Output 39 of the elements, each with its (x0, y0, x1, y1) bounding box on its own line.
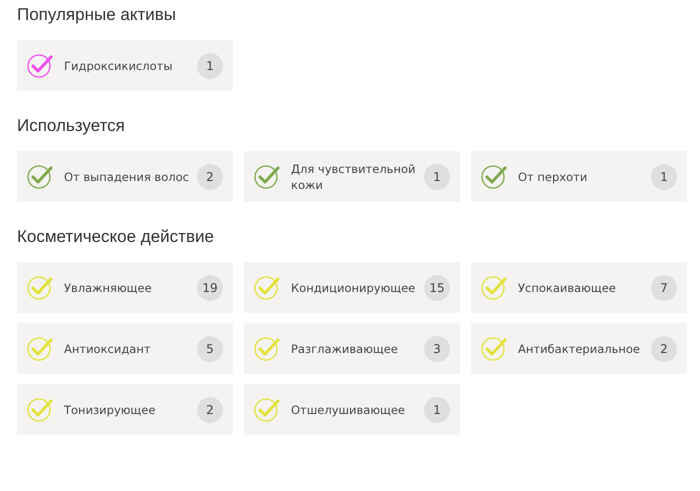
tag-card[interactable]: От перхоти 1 (471, 151, 687, 202)
count-badge: 1 (424, 164, 450, 190)
count-badge: 2 (197, 164, 223, 190)
tag-label: Гидроксикислоты (64, 58, 174, 74)
tag-card[interactable]: Антибактериальное 2 (471, 323, 687, 374)
count-badge: 7 (651, 274, 677, 300)
tag-card[interactable]: Кондиционирующее 15 (244, 262, 460, 313)
tag-card[interactable]: Успокаивающее 7 (471, 262, 687, 313)
tag-label: Увлажняющее (64, 280, 153, 296)
count-badge: 2 (197, 396, 223, 422)
count-badge: 3 (424, 336, 450, 362)
tag-label: Успокаивающее (518, 280, 617, 296)
count-badge: 1 (197, 52, 223, 78)
tag-card[interactable]: Разглаживающее 3 (244, 323, 460, 374)
section-heading: Популярные активы (17, 4, 177, 26)
count-badge: 1 (424, 396, 450, 422)
tag-label: Отшелушивающее (291, 402, 406, 418)
tag-label: Разглаживающее (291, 340, 399, 356)
count-badge: 19 (197, 274, 223, 300)
section-heading: Используется (17, 115, 126, 137)
tag-label: От перхоти (518, 168, 588, 184)
tag-label: Для чувствительной кожи (291, 160, 416, 192)
tag-label: Антиоксидант (64, 340, 152, 356)
count-badge: 5 (197, 336, 223, 362)
tag-label: Антибактериальное (518, 340, 641, 356)
tag-card[interactable]: Антиоксидант 5 (17, 323, 233, 374)
count-badge: 2 (651, 336, 677, 362)
tag-label: От выпадения волос (64, 168, 190, 184)
tag-card[interactable]: Для чувствительной кожи 1 (244, 151, 460, 202)
tag-card[interactable]: От выпадения волос 2 (17, 151, 233, 202)
count-badge: 15 (424, 274, 450, 300)
tag-card[interactable]: Гидроксикислоты 1 (17, 40, 233, 91)
tag-card[interactable]: Тонизирующее 2 (17, 384, 233, 435)
tag-card[interactable]: Отшелушивающее 1 (244, 384, 460, 435)
count-badge: 1 (651, 164, 677, 190)
tag-card[interactable]: Увлажняющее 19 (17, 262, 233, 313)
tag-label: Кондиционирующее (291, 280, 416, 296)
section-heading: Косметическое действие (17, 226, 215, 248)
tag-label: Тонизирующее (64, 402, 156, 418)
